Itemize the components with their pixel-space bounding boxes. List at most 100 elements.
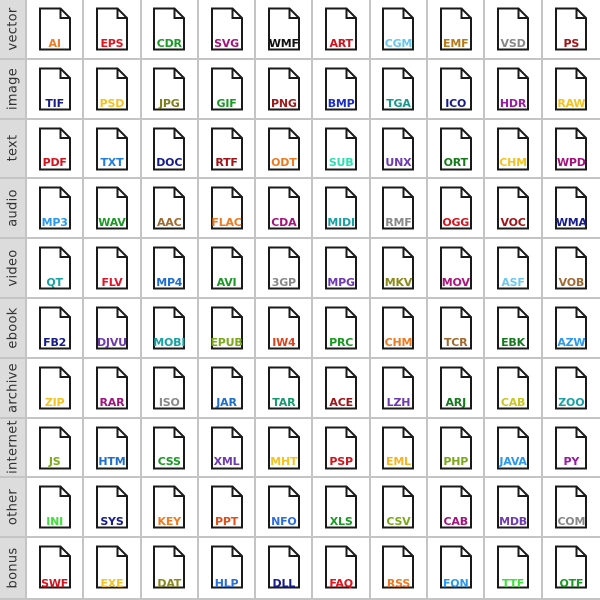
file-type-cell[interactable]: ARJ	[428, 358, 486, 419]
file-type-cell[interactable]: HDR	[485, 59, 543, 120]
file-type-cell[interactable]: FLV	[84, 239, 142, 299]
file-type-cell[interactable]: JAVA	[485, 418, 543, 479]
file-type-cell[interactable]: PSP	[313, 418, 371, 479]
file-type-cell[interactable]: EPS	[84, 0, 142, 60]
file-type-cell[interactable]: ZOO	[542, 358, 600, 419]
file-type-cell[interactable]: VOB	[542, 239, 600, 299]
file-type-cell[interactable]: QT	[27, 239, 85, 299]
file-type-cell[interactable]: MIDI	[313, 179, 371, 240]
file-type-cell[interactable]: CHM	[485, 119, 543, 180]
file-type-cell[interactable]: MP4	[141, 239, 199, 299]
file-type-cell[interactable]: ZIP	[27, 358, 85, 419]
file-type-cell[interactable]: PS	[542, 0, 600, 60]
file-type-cell[interactable]: TXT	[84, 119, 142, 180]
file-type-cell[interactable]: SYS	[84, 478, 142, 539]
file-type-cell[interactable]: SVG	[198, 0, 257, 60]
file-type-cell[interactable]: CHM	[370, 298, 429, 359]
file-type-cell[interactable]: CSS	[141, 418, 199, 479]
file-type-cell[interactable]: FLAC	[198, 179, 257, 240]
file-type-cell[interactable]: MP3	[27, 179, 85, 240]
file-type-cell[interactable]: RAR	[84, 358, 142, 419]
file-type-cell[interactable]: SUB	[313, 119, 371, 180]
file-type-cell[interactable]: AZW	[542, 298, 600, 359]
file-type-cell[interactable]: LZH	[370, 358, 429, 419]
file-type-cell[interactable]: EML	[370, 418, 429, 479]
file-type-cell[interactable]: CGM	[370, 0, 429, 60]
file-type-cell[interactable]: MHT	[256, 418, 314, 479]
file-type-cell[interactable]: ASF	[485, 239, 543, 299]
file-type-cell[interactable]: XML	[198, 418, 257, 479]
file-type-cell[interactable]: JPG	[141, 59, 199, 120]
file-type-cell[interactable]: GIF	[198, 59, 257, 120]
file-type-cell[interactable]: XLS	[313, 478, 371, 539]
file-type-cell[interactable]: ART	[313, 0, 371, 60]
file-type-cell[interactable]: TGA	[370, 59, 429, 120]
file-type-cell[interactable]: MKV	[370, 239, 429, 299]
file-type-cell[interactable]: EPUB	[198, 298, 257, 359]
file-type-cell[interactable]: VOC	[485, 179, 543, 240]
file-type-cell[interactable]: OTF	[542, 538, 600, 598]
file-type-cell[interactable]: AVI	[198, 239, 257, 299]
file-type-cell[interactable]: CDR	[141, 0, 199, 60]
file-type-cell[interactable]: RSS	[370, 538, 429, 598]
file-type-cell[interactable]: PY	[542, 418, 600, 479]
file-type-cell[interactable]: HTM	[84, 418, 142, 479]
file-type-cell[interactable]: COM	[542, 478, 600, 539]
file-type-cell[interactable]: ICO	[428, 59, 486, 120]
file-type-cell[interactable]: OGG	[428, 179, 486, 240]
file-type-cell[interactable]: CSV	[370, 478, 429, 539]
file-type-cell[interactable]: WMA	[542, 179, 600, 240]
file-type-cell[interactable]: SWF	[27, 538, 85, 598]
file-type-cell[interactable]: MDB	[485, 478, 543, 539]
file-type-cell[interactable]: WPD	[542, 119, 600, 180]
file-type-cell[interactable]: BMP	[313, 59, 371, 120]
file-type-cell[interactable]: CAB	[428, 478, 486, 539]
file-type-cell[interactable]: AI	[27, 0, 85, 60]
file-type-cell[interactable]: PRC	[313, 298, 371, 359]
file-type-cell[interactable]: INI	[27, 478, 85, 539]
file-type-cell[interactable]: 3GP	[256, 239, 314, 299]
file-type-cell[interactable]: FON	[428, 538, 486, 598]
file-type-cell[interactable]: CDA	[256, 179, 314, 240]
file-type-cell[interactable]: FB2	[27, 298, 85, 359]
file-type-cell[interactable]: RAW	[542, 59, 600, 120]
file-type-cell[interactable]: ACE	[313, 358, 371, 419]
file-type-cell[interactable]: MPG	[313, 239, 371, 299]
file-type-cell[interactable]: ISO	[141, 358, 199, 419]
file-type-cell[interactable]: MOBI	[141, 298, 199, 359]
file-type-cell[interactable]: TAR	[256, 358, 314, 419]
file-type-cell[interactable]: TIF	[27, 59, 85, 120]
file-type-cell[interactable]: TTF	[485, 538, 543, 598]
file-type-cell[interactable]: CAB	[485, 358, 543, 419]
file-type-cell[interactable]: VSD	[485, 0, 543, 60]
file-type-cell[interactable]: WMF	[256, 0, 314, 60]
file-type-cell[interactable]: EXE	[84, 538, 142, 598]
file-type-cell[interactable]: DAT	[141, 538, 199, 598]
file-type-cell[interactable]: ODT	[256, 119, 314, 180]
file-type-cell[interactable]: PSD	[84, 59, 142, 120]
file-type-cell[interactable]: DJVU	[84, 298, 142, 359]
file-type-cell[interactable]: JS	[27, 418, 85, 479]
file-type-cell[interactable]: ORT	[428, 119, 486, 180]
file-type-cell[interactable]: HLP	[198, 538, 257, 598]
file-type-cell[interactable]: NFO	[256, 478, 314, 539]
file-type-cell[interactable]: DLL	[256, 538, 314, 598]
file-type-cell[interactable]: DOC	[141, 119, 199, 180]
file-type-cell[interactable]: PNG	[256, 59, 314, 120]
file-type-cell[interactable]: KEY	[141, 478, 199, 539]
file-type-cell[interactable]: RTF	[198, 119, 257, 180]
file-type-cell[interactable]: WAV	[84, 179, 142, 240]
file-type-cell[interactable]: JAR	[198, 358, 257, 419]
file-type-cell[interactable]: PDF	[27, 119, 85, 180]
file-type-cell[interactable]: FAQ	[313, 538, 371, 598]
file-type-cell[interactable]: PPT	[198, 478, 257, 539]
file-type-cell[interactable]: TCR	[428, 298, 486, 359]
file-type-cell[interactable]: EBK	[485, 298, 543, 359]
file-type-cell[interactable]: PHP	[428, 418, 486, 479]
file-type-cell[interactable]: RMF	[370, 179, 429, 240]
file-type-cell[interactable]: AAC	[141, 179, 199, 240]
file-type-cell[interactable]: MOV	[428, 239, 486, 299]
file-type-cell[interactable]: EMF	[428, 0, 486, 60]
file-type-cell[interactable]: IW4	[256, 298, 314, 359]
file-type-cell[interactable]: UNX	[370, 119, 429, 180]
